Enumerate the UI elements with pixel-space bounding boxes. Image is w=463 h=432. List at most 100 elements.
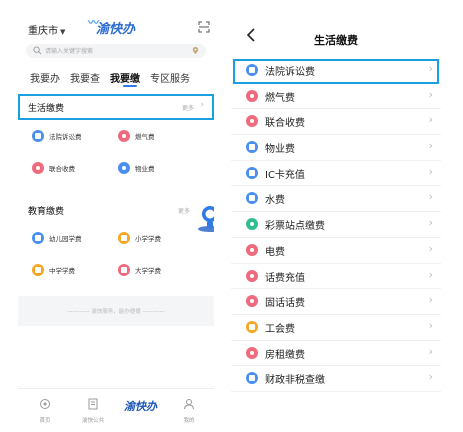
chevron-right-icon: ›	[428, 164, 433, 178]
gas-fee-icon	[118, 130, 130, 142]
list-item[interactable]: 水费 ›	[231, 186, 441, 213]
tabbar-item-mine[interactable]: 我的	[174, 395, 204, 424]
list-item[interactable]: 燃气费 ›	[231, 84, 441, 110]
payment-type-icon	[246, 295, 258, 308]
list-item-label: 话费充值	[265, 272, 305, 284]
active-tab-indicator	[123, 85, 137, 87]
search-placeholder: 请输入关键字搜索	[45, 48, 94, 55]
more-link[interactable]: 更多	[178, 206, 190, 215]
primary-school-icon	[118, 232, 130, 244]
middle-school-icon	[32, 264, 44, 276]
user-icon	[184, 399, 194, 410]
payment-type-icon	[246, 89, 258, 102]
tabbar-label: 我的	[183, 418, 195, 424]
tabbar-item-home[interactable]: 首页	[30, 395, 60, 424]
city-selector[interactable]: 重庆市 ▼	[28, 22, 65, 37]
chevron-right-icon: ›	[428, 241, 433, 255]
right-phone-screen: 生活缴费 法院诉讼费 › 燃气费 › 联合收费 › 物业费 › IC卡充值 › 水费 › 彩票站点缴费 ›…	[231, 18, 441, 398]
life-item-label: 物业费	[135, 165, 155, 173]
tab-special-services[interactable]: 专区服务	[150, 70, 190, 85]
category-tabs: 我要办 我要查 我要缴 专区服务	[18, 68, 214, 90]
university-icon	[118, 264, 130, 276]
tabbar-item-public[interactable]: 渝快公共	[78, 395, 108, 424]
list-item[interactable]: 固话话费 ›	[231, 289, 441, 315]
list-item-label: 水费	[265, 195, 285, 207]
payment-type-icon	[246, 115, 258, 128]
chevron-right-icon: ›	[428, 318, 433, 332]
list-item[interactable]: 彩票站点缴费 ›	[231, 212, 441, 238]
list-item-label: 物业费	[265, 144, 295, 156]
list-item-label: 联合收费	[265, 118, 305, 130]
bottom-tab-bar: 首页 渝快公共 渝快办 我的	[18, 388, 214, 426]
tab-query[interactable]: 我要查	[70, 70, 100, 85]
page-title: 生活缴费	[314, 34, 358, 47]
tabbar-label: 渝快公共	[81, 418, 104, 424]
tabbar-label: 首页	[39, 418, 51, 424]
payment-type-icon	[246, 269, 258, 282]
tab-handle[interactable]: 我要办	[30, 70, 60, 85]
chevron-right-icon: ›	[428, 293, 433, 307]
property-fee-icon	[118, 162, 130, 174]
joint-fee-icon	[32, 162, 44, 174]
home-icon	[40, 399, 50, 409]
list-item-label: IC卡充值	[265, 169, 305, 181]
payment-type-icon	[246, 320, 258, 333]
tab-pay[interactable]: 我要缴	[110, 70, 140, 85]
payment-type-icon	[246, 346, 258, 359]
location-icon[interactable]	[191, 46, 200, 55]
scan-icon[interactable]	[198, 21, 210, 33]
list-item[interactable]: IC卡充值 ›	[231, 161, 441, 187]
edu-item-label: 大学学费	[135, 267, 161, 275]
list-item[interactable]: 联合收费 ›	[231, 109, 441, 136]
chevron-right-icon: ›	[428, 267, 433, 281]
banner-text: ———— 渝快服务，能办便捷 ————	[67, 309, 165, 315]
app-logo: 〰 渝快办	[88, 16, 135, 38]
payment-type-icon	[246, 243, 258, 256]
edu-item-label: 中学学费	[49, 267, 75, 275]
list-item-label: 工会费	[265, 323, 295, 335]
left-phone-screen: 重庆市 ▼ 〰 渝快办 请输入关键字搜索 我要办 我要查 我要缴 专区服务 生活缴…	[18, 6, 214, 426]
list-item-label: 彩票站点缴费	[265, 221, 325, 233]
highlight-box	[18, 94, 214, 120]
list-item[interactable]: 物业费 ›	[231, 135, 441, 161]
chevron-right-icon: ›	[428, 190, 433, 204]
search-icon	[33, 46, 42, 55]
list-item[interactable]: 电费 ›	[231, 238, 441, 264]
payment-type-icon	[246, 166, 258, 179]
logo-wave-icon: 〰	[88, 16, 99, 29]
list-item[interactable]: 工会费 ›	[231, 315, 441, 341]
life-item-label: 燃气费	[135, 133, 155, 141]
edu-item-label: 小学学费	[135, 235, 161, 243]
list-item-label: 房租缴费	[265, 349, 305, 361]
bottom-banner: ———— 渝快服务，能办便捷 ————	[18, 296, 214, 326]
chevron-right-icon: ›	[428, 139, 433, 153]
education-payment-header[interactable]: 教育缴费 更多	[20, 200, 212, 220]
customer-service-float-icon[interactable]	[194, 202, 214, 234]
list-item-label: 财政非税查缴	[265, 375, 325, 387]
nav-header: 生活缴费	[231, 18, 441, 58]
life-item-label: 法院诉讼费	[49, 133, 82, 141]
payment-type-icon	[246, 372, 258, 385]
document-icon	[88, 398, 98, 410]
list-item[interactable]: 房租缴费 ›	[231, 341, 441, 367]
court-fee-icon	[32, 130, 44, 142]
list-item-label: 燃气费	[265, 92, 295, 104]
highlight-box	[233, 59, 439, 84]
list-item-label: 电费	[265, 246, 285, 258]
tabbar-center-logo[interactable]: 渝快办	[124, 398, 157, 414]
chevron-right-icon: ›	[428, 344, 433, 358]
education-payment-title: 教育缴费	[28, 207, 65, 217]
life-item-label: 联合收费	[49, 165, 75, 173]
list-item-label: 固话话费	[265, 298, 305, 310]
chevron-right-icon: ›	[428, 113, 433, 127]
payment-type-icon	[246, 141, 258, 154]
chevron-right-icon: ›	[428, 370, 433, 384]
edu-item-label: 幼儿园学费	[49, 235, 82, 243]
payment-type-icon	[246, 192, 258, 205]
caret-down-icon: ▼	[60, 28, 66, 36]
list-item[interactable]: 话费充值 ›	[231, 264, 441, 290]
chevron-right-icon: ›	[428, 216, 433, 230]
list-item[interactable]: 财政非税查缴 ›	[231, 366, 441, 392]
payment-type-icon	[246, 218, 258, 231]
search-input[interactable]: 请输入关键字搜索	[26, 44, 206, 58]
